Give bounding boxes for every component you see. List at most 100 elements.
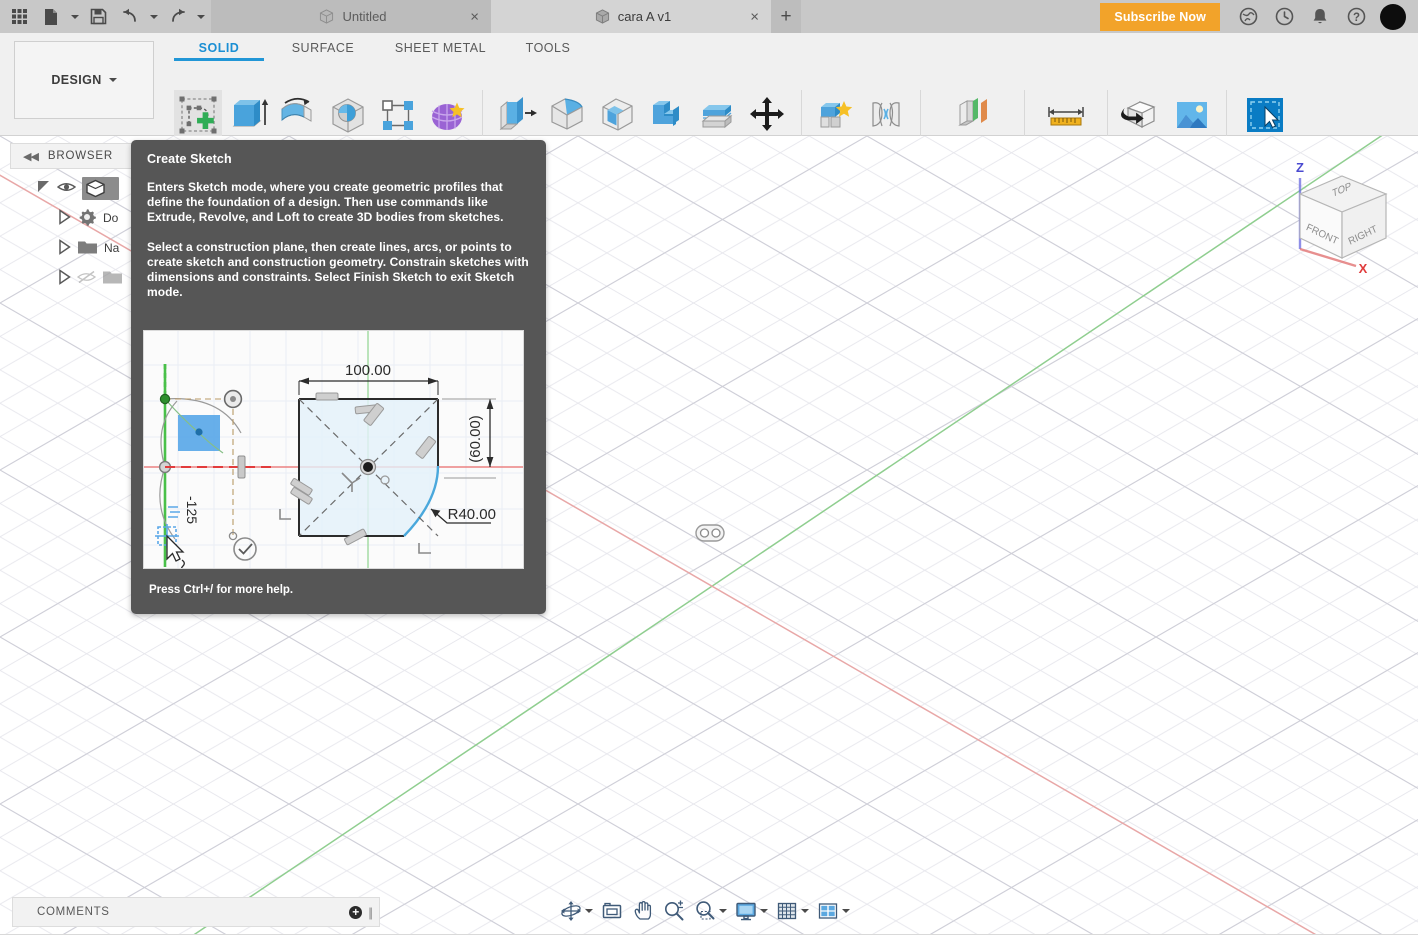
extrude-button[interactable]	[224, 90, 272, 140]
document-tab-close-icon[interactable]: ×	[470, 9, 479, 24]
browser-item-label: Do	[103, 211, 119, 225]
tooltip-create-sketch: Create Sketch Enters Sketch mode, where …	[131, 140, 546, 614]
redo-icon[interactable]	[162, 0, 192, 33]
tab-solid[interactable]: SOLID	[170, 37, 268, 61]
new-tab-button[interactable]: +	[771, 0, 801, 33]
chevron-down-icon[interactable]	[842, 909, 850, 913]
comments-bar[interactable]: COMMENTS + ||	[12, 897, 380, 927]
viewports-button[interactable]	[813, 896, 853, 926]
folder-icon	[77, 238, 98, 258]
joint-button[interactable]	[862, 90, 910, 140]
shell-button[interactable]	[593, 90, 641, 140]
expand-triangle-icon[interactable]	[58, 268, 71, 288]
comments-add-group[interactable]: + ||	[349, 905, 373, 920]
help-icon[interactable]: ?	[1338, 0, 1374, 33]
comments-label: COMMENTS	[37, 906, 110, 918]
grid-snaps-button[interactable]	[772, 896, 812, 926]
navigation-bar	[556, 896, 853, 926]
combine-button[interactable]	[643, 90, 691, 140]
app-grid-icon[interactable]	[4, 0, 34, 33]
document-tab-close-icon[interactable]: ×	[750, 9, 759, 24]
svg-text:?: ?	[1352, 12, 1359, 24]
subscribe-now-button[interactable]: Subscribe Now	[1100, 2, 1220, 31]
orbit-icon	[559, 899, 583, 923]
insert-derive-button[interactable]	[1118, 90, 1166, 140]
fusion360-window: Untitled × cara A v1 × + Subscribe Now ?…	[0, 0, 1418, 935]
dim-height: (60.00)	[467, 415, 484, 463]
avatar[interactable]	[1380, 3, 1406, 30]
chevron-down-icon[interactable]	[801, 909, 809, 913]
select-button[interactable]	[1238, 90, 1292, 140]
offset-plane-button[interactable]	[946, 90, 1000, 140]
add-comment-icon[interactable]: +	[349, 905, 363, 919]
pan-icon	[631, 899, 655, 923]
display-settings-button[interactable]	[731, 896, 771, 926]
zoom-window-button[interactable]	[690, 896, 730, 926]
insert-canvas-button[interactable]	[1168, 90, 1216, 140]
resize-grip-icon[interactable]: ||	[368, 905, 373, 920]
visibility-eye-icon[interactable]	[56, 180, 77, 197]
expand-triangle-icon[interactable]	[58, 208, 71, 228]
title-bar: Untitled × cara A v1 × + Subscribe Now ?	[0, 0, 1418, 33]
undo-dropdown-caret-icon[interactable]	[147, 0, 160, 33]
document-tab-cara-a-v1[interactable]: cara A v1 ×	[491, 0, 771, 33]
tab-surface[interactable]: SURFACE	[268, 37, 378, 61]
tab-tools[interactable]: TOOLS	[503, 37, 593, 61]
chevron-down-icon[interactable]	[760, 909, 768, 913]
bell-icon[interactable]	[1302, 0, 1338, 33]
view-cube[interactable]: Z X TOP FRONT RIGHT	[1278, 154, 1406, 278]
pan-button[interactable]	[628, 896, 658, 926]
workspace-label: DESIGN	[51, 73, 102, 87]
cube-icon	[320, 9, 334, 24]
file-icon[interactable]	[36, 0, 66, 33]
grid-snaps-icon	[775, 899, 799, 923]
tooltip-footer: Press Ctrl+/ for more help.	[149, 584, 294, 596]
zoom-window-icon	[693, 899, 717, 923]
display-settings-icon	[734, 899, 758, 923]
document-tab-untitled[interactable]: Untitled ×	[211, 0, 491, 33]
clock-icon[interactable]	[1266, 0, 1302, 33]
collapse-icon[interactable]: ◀◀	[23, 150, 39, 163]
workspace-selector[interactable]: DESIGN	[14, 41, 154, 119]
origin-point	[695, 524, 725, 542]
data-panel-icon[interactable]	[1230, 0, 1266, 33]
move-copy-button[interactable]	[743, 90, 791, 140]
cube-icon	[595, 9, 609, 24]
save-icon[interactable]	[83, 0, 113, 33]
undo-icon[interactable]	[115, 0, 145, 33]
cube-icon	[86, 179, 105, 197]
file-dropdown-caret-icon[interactable]	[68, 0, 81, 33]
gear-icon	[77, 207, 97, 230]
visibility-off-icon[interactable]	[76, 270, 97, 287]
measure-button[interactable]	[1039, 90, 1093, 140]
split-body-button[interactable]	[693, 90, 741, 140]
redo-dropdown-caret-icon[interactable]	[194, 0, 207, 33]
tab-sheet-metal[interactable]: SHEET METAL	[378, 37, 503, 61]
new-component-button[interactable]	[812, 90, 860, 140]
revolve-button[interactable]	[274, 90, 322, 140]
create-form-button[interactable]	[424, 90, 472, 140]
browser-root-node[interactable]	[82, 176, 119, 200]
look-at-button[interactable]	[597, 896, 627, 926]
zoom-icon	[662, 899, 686, 923]
pattern-button[interactable]	[374, 90, 422, 140]
expand-triangle-icon[interactable]	[36, 179, 51, 197]
tooltip-title: Create Sketch	[147, 152, 232, 166]
fillet-button[interactable]	[543, 90, 591, 140]
create-sketch-button[interactable]	[174, 90, 222, 140]
tooltip-paragraph-2: Select a construction plane, then create…	[147, 240, 529, 299]
zoom-button[interactable]	[659, 896, 689, 926]
axis-label-x: X	[1359, 261, 1368, 276]
ribbon-tabs: SOLID SURFACE SHEET METAL TOOLS	[170, 37, 593, 61]
look-at-icon	[600, 899, 624, 923]
expand-triangle-icon[interactable]	[58, 238, 71, 258]
document-tab-label: Untitled	[342, 9, 387, 24]
press-pull-button[interactable]	[493, 90, 541, 140]
document-tabs: Untitled × cara A v1 × +	[211, 0, 801, 33]
dim-angle: -125	[184, 496, 200, 524]
chevron-down-icon[interactable]	[719, 909, 727, 913]
hole-button[interactable]	[324, 90, 372, 140]
orbit-button[interactable]	[556, 896, 596, 926]
title-bar-right-group: Subscribe Now ?	[1094, 0, 1418, 33]
chevron-down-icon[interactable]	[585, 909, 593, 913]
